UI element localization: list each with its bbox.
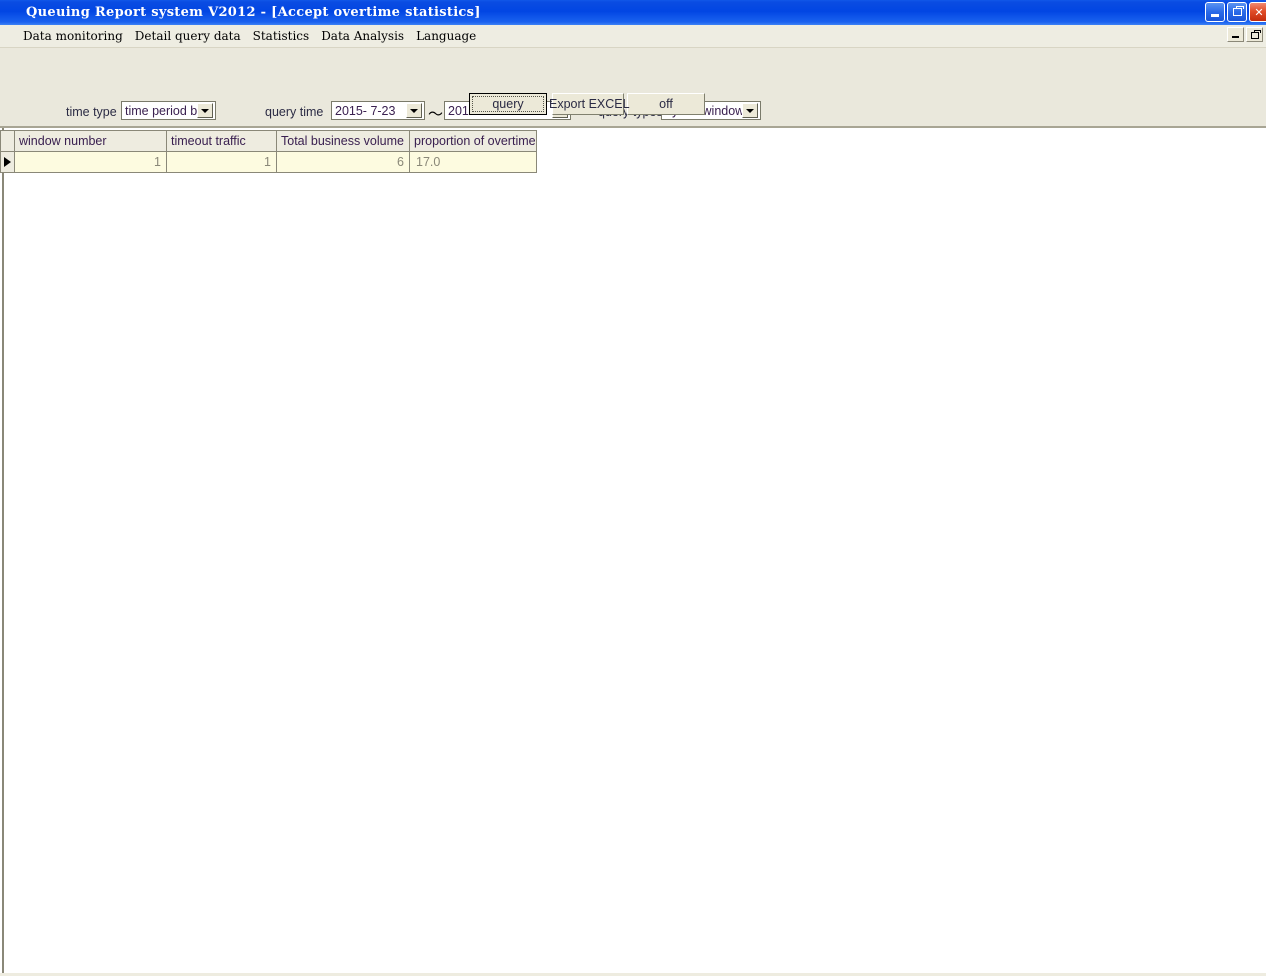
mdi-child-controls <box>1227 27 1263 42</box>
close-button[interactable]: ✕ <box>1249 2 1266 22</box>
mdi-restore-button[interactable] <box>1246 27 1263 42</box>
menu-item-data-monitoring[interactable]: Data monitoring <box>17 27 129 45</box>
current-row-arrow-icon <box>4 157 11 167</box>
time-type-label: time type <box>66 105 117 119</box>
row-selector-cell[interactable] <box>0 151 15 173</box>
column-header-proportion-of-overtime[interactable]: proportion of overtime <box>409 130 537 152</box>
time-type-value: time period b <box>125 103 197 118</box>
column-header-timeout-traffic[interactable]: timeout traffic <box>166 130 277 152</box>
results-table: window number timeout traffic Total busi… <box>0 130 537 173</box>
cell-window-number: 1 <box>14 151 167 173</box>
column-header-total-business-volume[interactable]: Total business volume <box>276 130 410 152</box>
chevron-down-icon[interactable] <box>197 103 213 118</box>
chevron-down-icon[interactable] <box>406 103 422 118</box>
menu-item-data-analysis[interactable]: Data Analysis <box>315 27 410 45</box>
mdi-minimize-button[interactable] <box>1227 27 1244 42</box>
window-title: Queuing Report system V2012 - [Accept ov… <box>26 5 481 20</box>
client-left-border <box>2 128 4 973</box>
query-button[interactable]: query <box>469 93 547 115</box>
filter-toolbar: time type time period b years 2015 month… <box>0 48 1266 149</box>
column-header-window-number[interactable]: window number <box>14 130 167 152</box>
query-time-from-value: 2015- 7-23 <box>335 103 396 118</box>
cell-proportion-of-overtime: 17.0 <box>409 151 537 173</box>
menu-item-language[interactable]: Language <box>410 27 482 45</box>
table-row[interactable]: 1 1 6 17.0 <box>0 151 537 173</box>
minimize-icon <box>1211 13 1219 17</box>
menu-item-detail-query-data[interactable]: Detail query data <box>129 27 247 45</box>
client-area: window number timeout traffic Total busi… <box>0 128 1266 976</box>
minimize-button[interactable] <box>1205 2 1225 22</box>
restore-icon <box>1232 6 1244 16</box>
cell-total-business-volume: 6 <box>276 151 410 173</box>
off-button-label: off <box>659 97 673 111</box>
time-type-select[interactable]: time period b <box>121 101 216 120</box>
query-time-label: query time <box>265 105 324 119</box>
restore-button[interactable] <box>1227 2 1247 22</box>
query-button-label: query <box>492 97 524 111</box>
query-time-from-select[interactable]: 2015- 7-23 <box>331 101 425 120</box>
title-bar: Queuing Report system V2012 - [Accept ov… <box>0 0 1266 25</box>
close-icon: ✕ <box>1254 5 1264 19</box>
menu-item-statistics[interactable]: Statistics <box>247 27 316 45</box>
export-excel-button[interactable]: Export EXCEL <box>549 93 630 115</box>
off-button[interactable]: off <box>627 93 705 115</box>
chevron-down-icon[interactable] <box>742 103 758 118</box>
export-excel-button-label: Export EXCEL <box>549 97 630 111</box>
window-controls: ✕ <box>1205 2 1266 22</box>
range-separator: ～ <box>428 106 444 123</box>
row-selector-header <box>0 130 15 152</box>
mdi-minimize-icon <box>1232 36 1239 38</box>
cell-timeout-traffic: 1 <box>166 151 277 173</box>
application-window: Queuing Report system V2012 - [Accept ov… <box>0 0 1266 976</box>
mdi-restore-icon <box>1250 30 1261 39</box>
table-header-row: window number timeout traffic Total busi… <box>0 130 537 152</box>
menu-bar: Data monitoring Detail query data Statis… <box>0 25 1266 46</box>
